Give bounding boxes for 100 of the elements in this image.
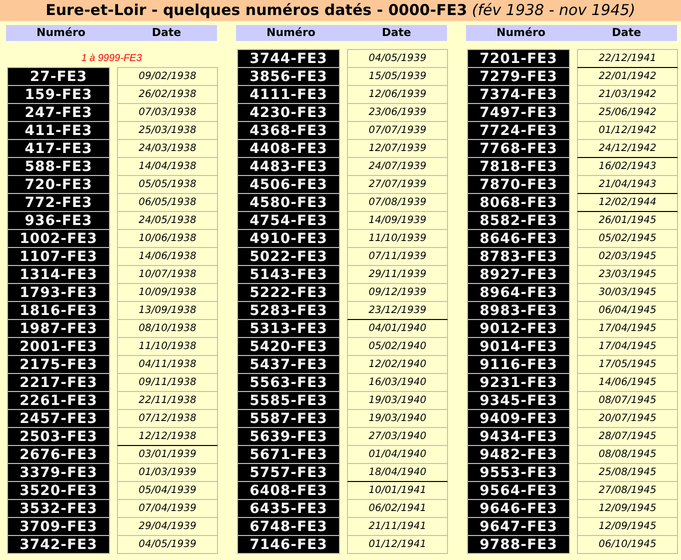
date-cell: 27/08/1945 (577, 482, 678, 500)
date-cell: 23/06/1939 (347, 104, 448, 122)
date-cell: 06/04/1945 (577, 302, 678, 320)
date-cell: 01/12/1941 (347, 536, 448, 554)
plate-number-cell: 1107-FE3 (7, 248, 110, 266)
plate-number-cell: 2217-FE3 (7, 374, 110, 392)
plate-number-cell: 9345-FE3 (467, 392, 570, 410)
range-note: 1 à 9999-FE3 (81, 52, 142, 66)
date-cell: 15/05/1939 (347, 68, 448, 86)
plate-number-cell: 5420-FE3 (237, 338, 340, 356)
date-cell: 23/03/1945 (577, 266, 678, 284)
date-cell: 16/03/1940 (347, 374, 448, 392)
plate-number-cell: 5143-FE3 (237, 266, 340, 284)
plate-number-cell: 9482-FE3 (467, 446, 570, 464)
plate-number-cell: 8927-FE3 (467, 266, 570, 284)
column-header: Date (610, 25, 642, 41)
date-cell: 12/09/1945 (577, 500, 678, 518)
date-cell: 08/08/1945 (577, 446, 678, 464)
date-cell: 22/01/1942 (577, 68, 678, 86)
plate-number-cell: 3744-FE3 (237, 49, 340, 68)
date-cell: 30/03/1945 (577, 284, 678, 302)
date-cell: 07/12/1938 (117, 410, 218, 428)
column-header: Numéro (36, 25, 86, 41)
date-cell: 24/05/1938 (117, 212, 218, 230)
date-cell: 08/10/1938 (117, 320, 218, 338)
plate-number-cell: 3532-FE3 (7, 500, 110, 518)
plate-number-cell: 7768-FE3 (467, 140, 570, 158)
date-cell: 26/01/1945 (577, 212, 678, 230)
plate-number-cell: 4506-FE3 (237, 176, 340, 194)
date-cell: 06/05/1938 (117, 194, 218, 212)
date-cell: 16/02/1943 (577, 158, 678, 176)
date-cell: 19/03/1940 (347, 392, 448, 410)
date-cell: 10/07/1938 (117, 266, 218, 284)
date-cell: 14/06/1945 (577, 374, 678, 392)
plate-number-cell: 4580-FE3 (237, 194, 340, 212)
date-cell: 25/06/1942 (577, 104, 678, 122)
date-cell: 07/08/1939 (347, 194, 448, 212)
date-cell: 12/02/1944 (577, 194, 678, 212)
date-cell: 09/11/1938 (117, 374, 218, 392)
date-cell: 14/09/1939 (347, 212, 448, 230)
plate-number-cell: 8964-FE3 (467, 284, 570, 302)
date-cell: 11/10/1939 (347, 230, 448, 248)
plate-number-cell: 159-FE3 (7, 86, 110, 104)
plate-number-cell: 7870-FE3 (467, 176, 570, 194)
plate-number-cell: 4408-FE3 (237, 140, 340, 158)
plate-number-cell: 5222-FE3 (237, 284, 340, 302)
plate-number-cell: 4910-FE3 (237, 230, 340, 248)
plate-number-cell: 4754-FE3 (237, 212, 340, 230)
date-cell: 03/01/1939 (117, 446, 218, 464)
plate-number-cell: 7201-FE3 (467, 49, 570, 68)
plate-number-cell: 2175-FE3 (7, 356, 110, 374)
plate-number-cell: 2503-FE3 (7, 428, 110, 446)
plate-number-cell: 1314-FE3 (7, 266, 110, 284)
date-cell: 17/05/1945 (577, 356, 678, 374)
plate-number-cell: 2261-FE3 (7, 392, 110, 410)
date-cell: 14/06/1938 (117, 248, 218, 266)
plate-number-cell: 4368-FE3 (237, 122, 340, 140)
plate-number-cell: 8582-FE3 (467, 212, 570, 230)
date-cell: 05/04/1939 (117, 482, 218, 500)
date-cell: 28/07/1945 (577, 428, 678, 446)
plate-number-cell: 6408-FE3 (237, 482, 340, 500)
plate-number-cell: 6435-FE3 (237, 500, 340, 518)
date-cell: 05/05/1938 (117, 176, 218, 194)
plate-number-cell: 9646-FE3 (467, 500, 570, 518)
date-cell: 21/04/1943 (577, 176, 678, 194)
plate-number-cell: 588-FE3 (7, 158, 110, 176)
plate-number-cell: 9788-FE3 (467, 536, 570, 554)
plate-number-cell: 1987-FE3 (7, 320, 110, 338)
plate-number-cell: 8646-FE3 (467, 230, 570, 248)
plate-number-cell: 3742-FE3 (7, 536, 110, 554)
plate-number-cell: 8983-FE3 (467, 302, 570, 320)
date-cell: 05/02/1940 (347, 338, 448, 356)
date-cell: 11/10/1938 (117, 338, 218, 356)
plate-number-cell: 720-FE3 (7, 176, 110, 194)
date-cell: 09/12/1939 (347, 284, 448, 302)
date-cell: 24/03/1938 (117, 140, 218, 158)
plate-number-cell: 7146-FE3 (237, 536, 340, 554)
plate-number-cell: 5757-FE3 (237, 464, 340, 482)
plate-number-cell: 417-FE3 (7, 140, 110, 158)
date-cell: 20/07/1945 (577, 410, 678, 428)
date-cell: 24/12/1942 (577, 140, 678, 158)
date-cell: 07/07/1939 (347, 122, 448, 140)
plate-number-cell: 5585-FE3 (237, 392, 340, 410)
plate-number-cell: 1793-FE3 (7, 284, 110, 302)
date-cell: 27/07/1939 (347, 176, 448, 194)
plate-number-cell: 5639-FE3 (237, 428, 340, 446)
column-header: Date (150, 25, 182, 41)
plate-number-cell: 5587-FE3 (237, 410, 340, 428)
column-header: Numéro (266, 25, 316, 41)
page-title: Eure-et-Loir - quelques numéros datés - 0000-FE3 (fév 1938 - nov 1945) (46, 3, 636, 18)
plate-number-cell: 27-FE3 (7, 67, 110, 86)
date-cell: 07/11/1939 (347, 248, 448, 266)
plate-number-cell: 936-FE3 (7, 212, 110, 230)
date-cell: 07/03/1938 (117, 104, 218, 122)
date-cell: 12/02/1940 (347, 356, 448, 374)
date-cell: 21/03/1942 (577, 86, 678, 104)
date-cell: 01/03/1939 (117, 464, 218, 482)
date-cell: 27/03/1940 (347, 428, 448, 446)
plate-number-cell: 3520-FE3 (7, 482, 110, 500)
date-cell: 19/03/1940 (347, 410, 448, 428)
